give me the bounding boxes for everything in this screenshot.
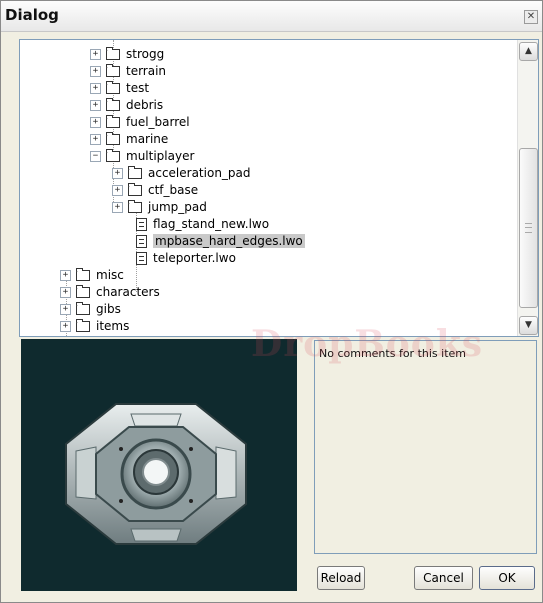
- tree-item[interactable]: teleporter.lwo: [136, 250, 236, 267]
- tree-item-label: strogg: [126, 47, 165, 61]
- comments-text: No comments for this item: [319, 347, 466, 360]
- expand-icon[interactable]: +: [60, 287, 71, 298]
- reload-button[interactable]: Reload: [317, 566, 365, 590]
- tree-item[interactable]: + test: [90, 80, 149, 97]
- tree-item-label: items: [96, 319, 130, 333]
- tree-item[interactable]: − multiplayer: [90, 148, 194, 165]
- folder-icon: [76, 285, 90, 298]
- ok-button[interactable]: OK: [479, 566, 535, 590]
- tree-item[interactable]: + misc: [60, 267, 124, 284]
- folder-icon: [106, 81, 120, 94]
- tree-item-label: multiplayer: [126, 149, 195, 163]
- expand-icon[interactable]: +: [60, 304, 71, 315]
- folder-icon: [128, 200, 142, 213]
- tree-item[interactable]: + marine: [90, 131, 168, 148]
- tree-item[interactable]: + acceleration_pad: [112, 165, 251, 182]
- window-title: Dialog: [5, 6, 59, 24]
- comments-panel[interactable]: No comments for this item: [314, 340, 537, 554]
- folder-icon: [106, 98, 120, 111]
- expand-icon[interactable]: +: [90, 66, 101, 77]
- expand-icon[interactable]: +: [60, 270, 71, 281]
- expand-icon[interactable]: +: [60, 321, 71, 332]
- scroll-down-icon[interactable]: ▼: [519, 316, 538, 335]
- tree-item-label: jump_pad: [148, 200, 207, 214]
- file-icon: [136, 235, 147, 248]
- tree-item-label: acceleration_pad: [148, 166, 251, 180]
- model-preview: [21, 339, 297, 591]
- tree-content: + strogg + terrain + test + debris + fuel_barrel +…: [20, 40, 516, 336]
- tree-item-label: debris: [126, 98, 164, 112]
- tree-item[interactable]: + strogg: [90, 46, 164, 63]
- expand-icon[interactable]: +: [112, 185, 123, 196]
- expand-icon[interactable]: +: [90, 49, 101, 60]
- folder-icon: [106, 47, 120, 60]
- scroll-up-icon[interactable]: ▲: [519, 42, 538, 61]
- tree-item[interactable]: + fuel_barrel: [90, 114, 190, 131]
- folder-icon: [76, 268, 90, 281]
- tree-item-label: ctf_base: [148, 183, 199, 197]
- expand-icon[interactable]: +: [90, 83, 101, 94]
- cancel-button[interactable]: Cancel: [414, 566, 473, 590]
- expand-icon[interactable]: +: [90, 117, 101, 128]
- file-icon: [136, 252, 147, 265]
- tree-item[interactable]: + items: [60, 318, 129, 335]
- expand-icon[interactable]: +: [90, 100, 101, 111]
- folder-icon: [128, 166, 142, 179]
- expand-icon[interactable]: +: [112, 168, 123, 179]
- scrollbar-grip-icon: [525, 223, 532, 233]
- tree-item-label: terrain: [126, 64, 167, 78]
- tree-item-label: characters: [96, 285, 160, 299]
- tree-item-label: mpbase_hard_edges.lwo: [153, 234, 305, 248]
- scrollbar-thumb[interactable]: [519, 148, 538, 308]
- tree-item-label: test: [126, 81, 150, 95]
- folder-icon: [76, 302, 90, 315]
- folder-icon: [106, 132, 120, 145]
- tree-item[interactable]: + ctf_base: [112, 182, 198, 199]
- tree-item-label: misc: [96, 268, 124, 282]
- expand-icon[interactable]: +: [90, 134, 101, 145]
- tree-item[interactable]: mpbase_hard_edges.lwo: [136, 233, 305, 250]
- octagonal-base-model-image: [21, 339, 297, 591]
- tree-item-label: teleporter.lwo: [153, 251, 236, 265]
- tree-item[interactable]: + gibs: [60, 301, 121, 318]
- expand-icon[interactable]: +: [112, 202, 123, 213]
- tree-vertical-scrollbar[interactable]: ▲ ▼: [517, 40, 538, 336]
- tree-item[interactable]: + jump_pad: [112, 199, 207, 216]
- tree-item-label: marine: [126, 132, 169, 146]
- tree-item[interactable]: + terrain: [90, 63, 166, 80]
- dialog-window: Dialog ✕ + strogg + terrain + test + debris + fue…: [0, 0, 543, 603]
- tree-item[interactable]: flag_stand_new.lwo: [136, 216, 269, 233]
- folder-icon: [106, 115, 120, 128]
- tree-item[interactable]: + debris: [90, 97, 163, 114]
- collapse-icon[interactable]: −: [90, 151, 101, 162]
- tree-item[interactable]: + characters: [60, 284, 160, 301]
- folder-icon: [76, 319, 90, 332]
- tree-item-label: flag_stand_new.lwo: [153, 217, 270, 231]
- folder-icon: [128, 183, 142, 196]
- close-icon[interactable]: ✕: [524, 10, 538, 24]
- folder-icon: [106, 64, 120, 77]
- file-icon: [136, 218, 147, 231]
- folder-icon: [106, 149, 120, 162]
- title-bar: Dialog ✕: [1, 1, 542, 32]
- tree-item-label: gibs: [96, 302, 121, 316]
- file-tree-view[interactable]: + strogg + terrain + test + debris + fuel_barrel +…: [19, 39, 539, 337]
- tree-item-label: fuel_barrel: [126, 115, 190, 129]
